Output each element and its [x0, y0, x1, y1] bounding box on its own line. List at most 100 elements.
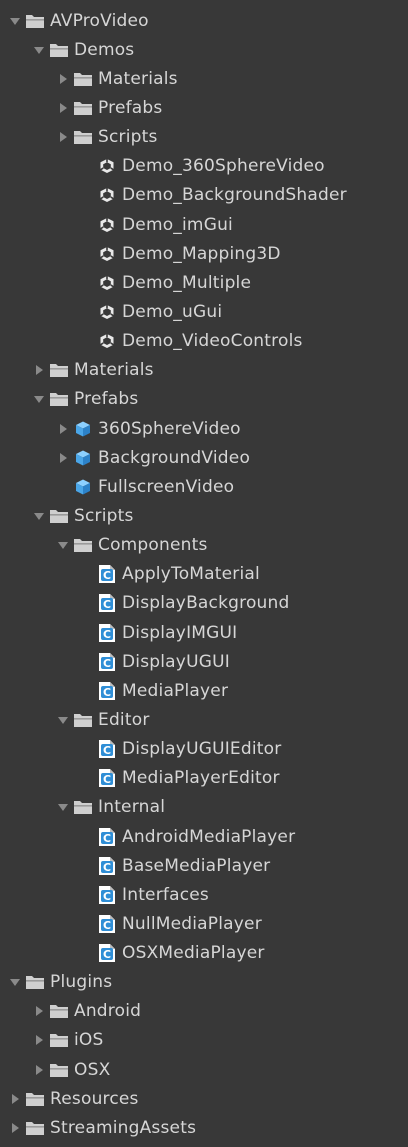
tree-item-label: Prefabs — [74, 389, 139, 410]
folder-icon — [48, 360, 69, 380]
tree-item[interactable]: Demo_BackgroundShader — [0, 181, 408, 210]
folder-icon — [48, 506, 69, 526]
tree-item-label: Demo_BackgroundShader — [122, 185, 347, 206]
tree-item[interactable]: Demo_Mapping3D — [0, 239, 408, 268]
unity-scene-icon — [96, 331, 117, 351]
tree-item[interactable]: Components — [0, 531, 408, 560]
folder-icon — [72, 127, 93, 147]
folder-icon — [72, 797, 93, 817]
folder-icon — [48, 1001, 69, 1021]
folder-icon — [24, 1089, 45, 1109]
folder-icon — [72, 710, 93, 730]
expand-arrow-open-icon[interactable] — [32, 392, 46, 406]
tree-item-label: Editor — [98, 709, 150, 730]
tree-item-label: Internal — [98, 797, 166, 818]
tree-item[interactable]: C MediaPlayer — [0, 676, 408, 705]
expand-arrow-closed-icon[interactable] — [8, 1092, 22, 1106]
tree-item[interactable]: BackgroundVideo — [0, 443, 408, 472]
tree-item[interactable]: Demo_uGui — [0, 297, 408, 326]
tree-item[interactable]: FullscreenVideo — [0, 472, 408, 501]
tree-item-label: AVProVideo — [50, 10, 149, 31]
tree-item[interactable]: C Interfaces — [0, 880, 408, 909]
expand-arrow-closed-icon[interactable] — [8, 1121, 22, 1135]
prefab-cube-icon — [72, 419, 93, 439]
tree-item-label: Demo_imGui — [122, 214, 233, 235]
tree-item[interactable]: Demo_360SphereVideo — [0, 152, 408, 181]
tree-item[interactable]: C DisplayUGUIEditor — [0, 735, 408, 764]
tree-item[interactable]: Scripts — [0, 501, 408, 530]
tree-item[interactable]: Demos — [0, 35, 408, 64]
tree-item[interactable]: Android — [0, 997, 408, 1026]
tree-item[interactable]: OSX — [0, 1055, 408, 1084]
csharp-script-icon: C — [96, 914, 117, 934]
tree-item-label: OSX — [74, 1059, 111, 1080]
expand-arrow-closed-icon[interactable] — [56, 72, 70, 86]
csharp-script-icon: C — [96, 768, 117, 788]
expand-arrow-closed-icon[interactable] — [56, 130, 70, 144]
project-tree: AVProVideo Demos Materials Prefabs Scrip… — [0, 0, 408, 1147]
expand-arrow-closed-icon[interactable] — [32, 1033, 46, 1047]
tree-item[interactable]: Prefabs — [0, 93, 408, 122]
tree-item-label: Components — [98, 535, 208, 556]
expand-arrow-open-icon[interactable] — [56, 800, 70, 814]
tree-item-label: Android — [74, 1001, 142, 1022]
expand-arrow-closed-icon[interactable] — [32, 363, 46, 377]
folder-icon — [24, 972, 45, 992]
tree-item[interactable]: Resources — [0, 1084, 408, 1113]
expand-arrow-open-icon[interactable] — [56, 538, 70, 552]
tree-item[interactable]: C BaseMediaPlayer — [0, 851, 408, 880]
csharp-script-icon: C — [96, 623, 117, 643]
expand-arrow-closed-icon[interactable] — [56, 101, 70, 115]
tree-item[interactable]: C DisplayIMGUI — [0, 618, 408, 647]
folder-icon — [72, 535, 93, 555]
tree-item[interactable]: C DisplayUGUI — [0, 647, 408, 676]
expand-arrow-open-icon[interactable] — [32, 43, 46, 57]
expand-arrow-open-icon[interactable] — [32, 509, 46, 523]
tree-item[interactable]: C MediaPlayerEditor — [0, 764, 408, 793]
tree-item[interactable]: Internal — [0, 793, 408, 822]
tree-item-label: DisplayUGUI — [122, 651, 230, 672]
csharp-script-icon: C — [96, 885, 117, 905]
tree-item[interactable]: StreamingAssets — [0, 1113, 408, 1142]
svg-text:C: C — [102, 773, 110, 786]
tree-item-label: Materials — [74, 360, 154, 381]
expand-arrow-open-icon[interactable] — [56, 713, 70, 727]
tree-item[interactable]: Demo_Multiple — [0, 268, 408, 297]
tree-item-label: BaseMediaPlayer — [122, 855, 271, 876]
svg-text:C: C — [102, 890, 110, 903]
tree-item[interactable]: Plugins — [0, 968, 408, 997]
tree-item[interactable]: 360SphereVideo — [0, 414, 408, 443]
expand-arrow-open-icon[interactable] — [8, 14, 22, 28]
tree-item[interactable]: Prefabs — [0, 385, 408, 414]
tree-item-label: Demos — [74, 39, 135, 60]
tree-item-label: 360SphereVideo — [98, 418, 241, 439]
tree-item[interactable]: C AndroidMediaPlayer — [0, 822, 408, 851]
tree-item-label: ApplyToMaterial — [122, 564, 260, 585]
tree-item[interactable]: C DisplayBackground — [0, 589, 408, 618]
tree-item[interactable]: Demo_imGui — [0, 210, 408, 239]
tree-item[interactable]: AVProVideo — [0, 6, 408, 35]
tree-item[interactable]: Demo_VideoControls — [0, 327, 408, 356]
tree-item[interactable]: Scripts — [0, 123, 408, 152]
expand-arrow-closed-icon[interactable] — [56, 451, 70, 465]
expand-arrow-open-icon[interactable] — [8, 975, 22, 989]
expand-arrow-closed-icon[interactable] — [56, 422, 70, 436]
tree-item[interactable]: C NullMediaPlayer — [0, 909, 408, 938]
tree-item[interactable]: iOS — [0, 1026, 408, 1055]
svg-text:C: C — [102, 744, 110, 757]
tree-item-label: MediaPlayerEditor — [122, 768, 280, 789]
tree-item[interactable]: Editor — [0, 705, 408, 734]
folder-icon — [48, 1060, 69, 1080]
expand-arrow-closed-icon[interactable] — [32, 1004, 46, 1018]
folder-icon — [48, 389, 69, 409]
tree-item[interactable]: Materials — [0, 64, 408, 93]
tree-item[interactable]: Materials — [0, 356, 408, 385]
unity-scene-icon — [96, 185, 117, 205]
tree-item-label: Plugins — [50, 972, 113, 993]
tree-item[interactable]: C ApplyToMaterial — [0, 560, 408, 589]
unity-scene-icon — [96, 244, 117, 264]
folder-icon — [24, 11, 45, 31]
tree-item[interactable]: C OSXMediaPlayer — [0, 939, 408, 968]
expand-arrow-closed-icon[interactable] — [32, 1063, 46, 1077]
unity-scene-icon — [96, 215, 117, 235]
